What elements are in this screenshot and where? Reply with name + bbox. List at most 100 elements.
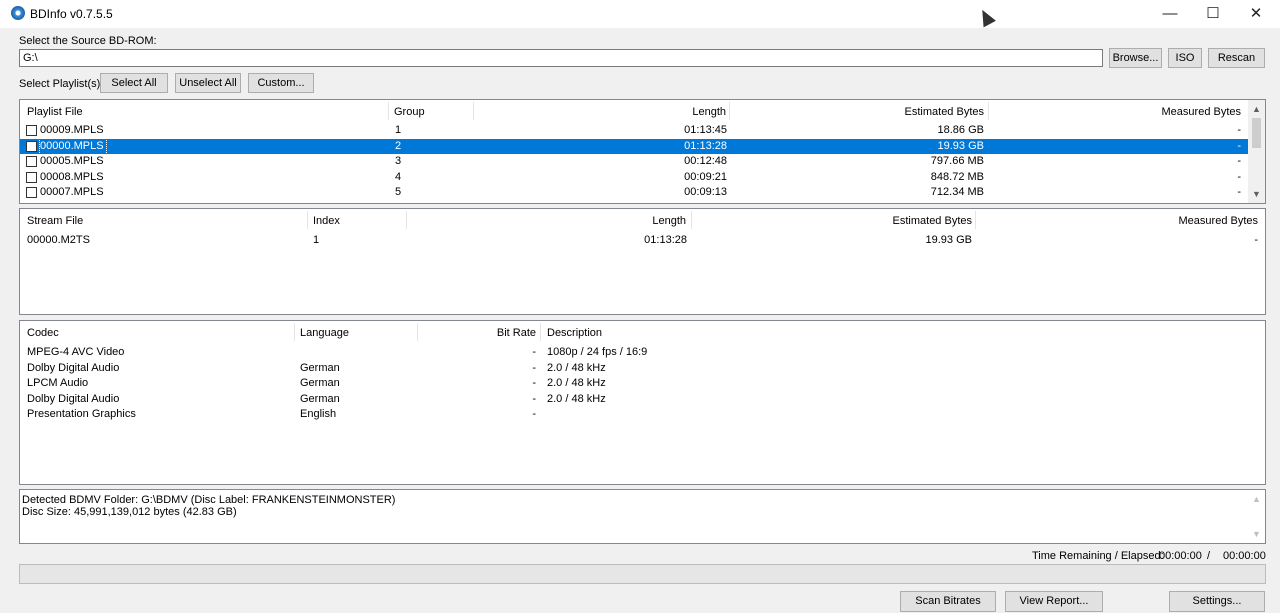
header-bit-rate[interactable]: Bit Rate (460, 327, 536, 339)
playlist-row[interactable]: 00005.MPLS 3 00:12:48 797.66 MB - (20, 154, 1248, 169)
scroll-down-icon[interactable]: ▼ (1248, 187, 1265, 201)
codec-language: English (300, 408, 337, 420)
codec-row[interactable]: MPEG-4 AVC Video -1080p / 24 fps / 16:9 (20, 345, 1265, 360)
playlist-length: 00:09:21 (684, 170, 727, 183)
codec-name: Dolby Digital Audio (27, 392, 120, 405)
playlist-row[interactable]: 00007.MPLS 5 00:09:13 712.34 MB - (20, 185, 1248, 200)
scan-progress-bar (19, 564, 1266, 584)
header-stream-file[interactable]: Stream File (27, 215, 83, 227)
playlist-measured-bytes: - (1237, 170, 1241, 183)
playlist-checkbox[interactable] (26, 140, 37, 152)
playlist-length: 01:13:28 (684, 139, 727, 152)
log-scrollbar[interactable]: ▲ ▼ (1248, 490, 1265, 543)
codec-bit-rate: - (532, 346, 536, 358)
time-elapsed: 00:00:00 (1223, 550, 1266, 562)
playlist-measured-bytes: - (1237, 139, 1241, 152)
playlist-measured-bytes: - (1237, 124, 1241, 136)
codec-name: LPCM Audio (27, 377, 89, 389)
iso-button[interactable]: ISO (1168, 48, 1202, 68)
playlist-length: 00:09:13 (684, 186, 727, 198)
playlist-length: 00:12:48 (684, 155, 727, 167)
stream-measured-bytes: - (1254, 234, 1258, 246)
playlist-checkbox[interactable] (26, 125, 37, 136)
log-textarea[interactable]: Detected BDMV Folder: G:\BDMV (Disc Labe… (19, 489, 1266, 544)
minimize-button[interactable]: — (1147, 0, 1193, 28)
codec-description: 2.0 / 48 kHz (547, 361, 606, 374)
playlist-measured-bytes: - (1237, 155, 1241, 167)
codec-bit-rate: - (532, 377, 536, 389)
playlist-checkbox[interactable] (26, 156, 37, 167)
select-playlists-label: Select Playlist(s): (19, 78, 104, 90)
stream-length: 01:13:28 (644, 234, 687, 246)
header-stream-estimated[interactable]: Estimated Bytes (855, 215, 972, 227)
playlist-scrollbar[interactable]: ▲ ▼ (1248, 100, 1265, 203)
playlist-checkbox[interactable] (26, 187, 37, 198)
header-stream-measured[interactable]: Measured Bytes (1130, 215, 1258, 227)
header-stream-length[interactable]: Length (620, 215, 686, 227)
codec-language: German (300, 377, 340, 389)
playlist-file: 00000.MPLS (39, 137, 107, 155)
header-length[interactable]: Length (660, 106, 726, 118)
rescan-button[interactable]: Rescan (1208, 48, 1265, 68)
stream-table: Stream File Index Length Estimated Bytes… (19, 208, 1266, 315)
log-scroll-up-icon[interactable]: ▲ (1248, 492, 1265, 506)
playlist-estimated-bytes: 712.34 MB (930, 186, 984, 198)
codec-row[interactable]: Dolby Digital Audio German -2.0 / 48 kHz (20, 361, 1265, 376)
log-scroll-down-icon[interactable]: ▼ (1248, 527, 1265, 541)
custom-button[interactable]: Custom... (248, 73, 314, 93)
header-description[interactable]: Description (547, 327, 602, 339)
header-index[interactable]: Index (313, 215, 340, 227)
playlist-file: 00007.MPLS (40, 186, 104, 198)
playlist-file: 00008.MPLS (40, 170, 104, 183)
browse-button[interactable]: Browse... (1109, 48, 1162, 68)
playlist-group: 1 (395, 124, 402, 136)
playlist-group: 3 (395, 155, 402, 167)
codec-description: 2.0 / 48 kHz (547, 392, 606, 405)
playlist-row[interactable]: 00008.MPLS 4 00:09:21 848.72 MB - (20, 170, 1248, 185)
codec-name: MPEG-4 AVC Video (27, 346, 125, 358)
codec-name: Dolby Digital Audio (27, 361, 120, 374)
settings-button[interactable]: Settings... (1169, 591, 1265, 612)
header-playlist-file[interactable]: Playlist File (27, 106, 83, 118)
scroll-up-icon[interactable]: ▲ (1248, 102, 1265, 116)
playlist-file: 00005.MPLS (40, 155, 104, 167)
playlist-estimated-bytes: 848.72 MB (930, 170, 984, 183)
stream-estimated-bytes: 19.93 GB (925, 234, 972, 246)
playlist-file: 00009.MPLS (40, 124, 104, 136)
disc-app-icon (11, 6, 25, 20)
codec-bit-rate: - (532, 392, 536, 405)
playlist-estimated-bytes: 797.66 MB (930, 155, 984, 167)
time-label: Time Remaining / Elapsed: (1032, 550, 1164, 562)
codec-row[interactable]: Dolby Digital Audio German -2.0 / 48 kHz (20, 392, 1265, 407)
header-estimated-bytes[interactable]: Estimated Bytes (870, 106, 984, 118)
view-report-button[interactable]: View Report... (1005, 591, 1103, 612)
close-button[interactable]: ✕ (1233, 0, 1279, 28)
codec-language: German (300, 361, 340, 374)
codec-row[interactable]: LPCM Audio German -2.0 / 48 kHz (20, 376, 1265, 391)
unselect-all-button[interactable]: Unselect All (175, 73, 241, 93)
source-path-input[interactable]: G:\ (19, 49, 1103, 67)
stream-index: 1 (313, 234, 320, 246)
playlist-row[interactable]: 00009.MPLS 1 01:13:45 18.86 GB - (20, 123, 1248, 138)
playlist-estimated-bytes: 18.86 GB (937, 124, 984, 136)
stream-row[interactable]: 00000.M2TS 1 01:13:28 19.93 GB - (20, 233, 1265, 248)
playlist-row[interactable]: 00000.MPLS 2 01:13:28 19.93 GB - (20, 137, 1248, 155)
header-language[interactable]: Language (300, 327, 349, 339)
scroll-thumb[interactable] (1252, 118, 1261, 148)
header-codec[interactable]: Codec (27, 327, 59, 339)
header-group[interactable]: Group (394, 106, 425, 118)
playlist-length: 01:13:45 (684, 124, 727, 136)
playlist-measured-bytes: - (1237, 186, 1241, 198)
maximize-button[interactable]: ☐ (1190, 0, 1236, 28)
window-title: BDInfo v0.7.5.5 (30, 7, 113, 21)
playlist-group: 4 (395, 170, 402, 183)
log-line-folder: Detected BDMV Folder: G:\BDMV (Disc Labe… (22, 494, 396, 506)
header-measured-bytes[interactable]: Measured Bytes (1120, 106, 1241, 118)
codec-row[interactable]: Presentation Graphics English - (20, 407, 1265, 422)
title-bar: BDInfo v0.7.5.5 — ☐ ✕ (0, 0, 1280, 28)
playlist-checkbox[interactable] (26, 171, 37, 183)
select-all-button[interactable]: Select All (100, 73, 168, 93)
stream-file: 00000.M2TS (27, 234, 90, 246)
scan-bitrates-button[interactable]: Scan Bitrates (900, 591, 996, 612)
codec-description: 2.0 / 48 kHz (547, 377, 606, 389)
